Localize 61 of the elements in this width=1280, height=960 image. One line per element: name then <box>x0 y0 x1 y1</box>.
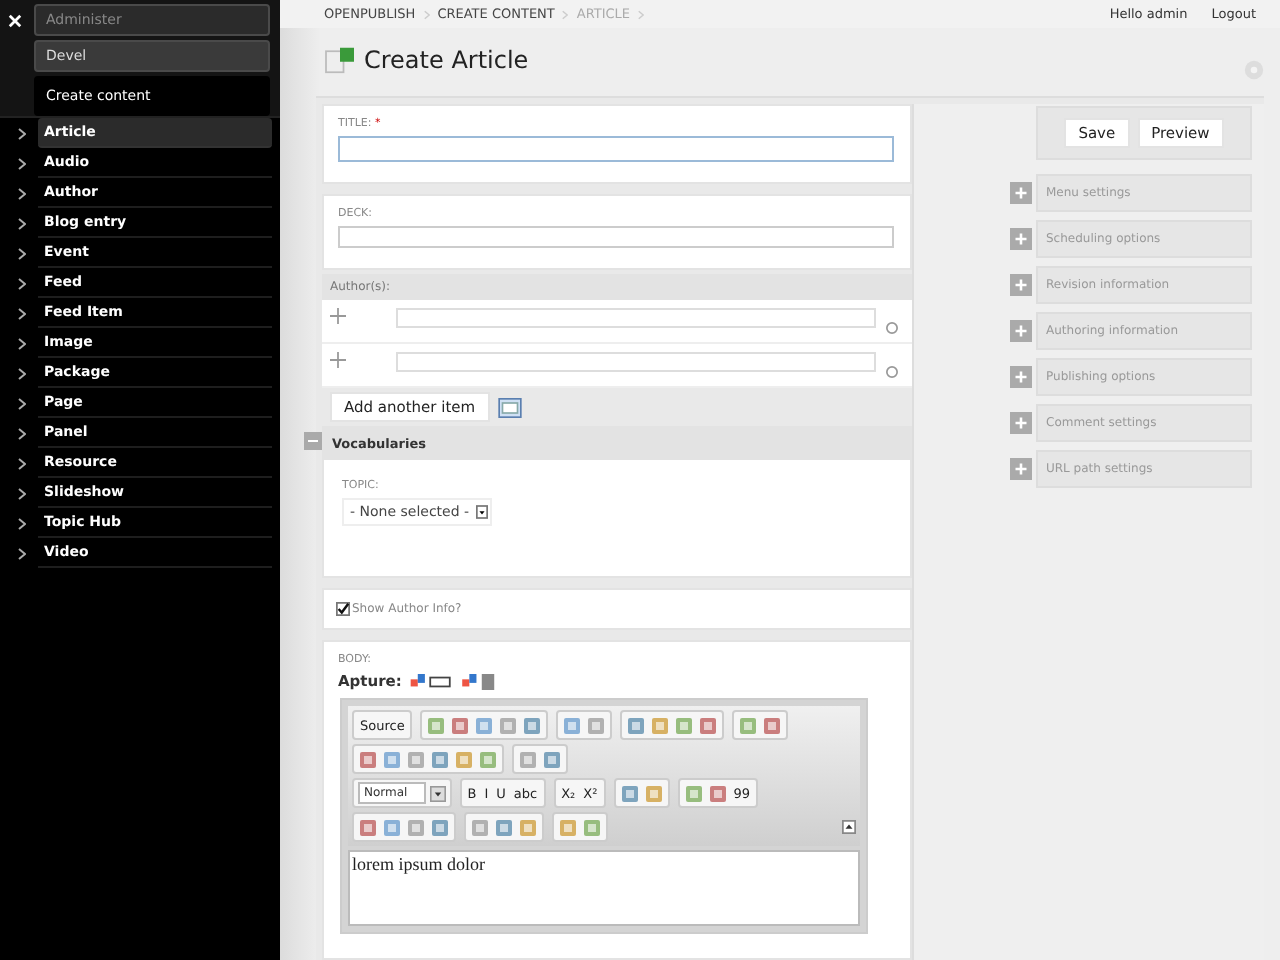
toolbar-icon[interactable] <box>707 783 728 803</box>
expand-icon[interactable] <box>1010 412 1032 434</box>
chevron-icon <box>18 307 26 319</box>
toolbar-icon[interactable] <box>650 715 671 735</box>
chevron-icon <box>18 127 26 139</box>
title-input[interactable] <box>338 136 894 162</box>
toolbar-icon[interactable] <box>450 715 471 735</box>
toolbar-icon[interactable] <box>498 715 519 735</box>
toolbar-icon[interactable] <box>674 715 695 735</box>
chevron-icon <box>18 187 26 199</box>
apture-link-icon[interactable] <box>409 673 454 689</box>
apture-embed-icon[interactable] <box>461 673 498 689</box>
chevron-icon <box>18 487 26 499</box>
deck-input[interactable] <box>338 226 894 248</box>
chevron-icon <box>18 517 26 529</box>
chevron-icon <box>18 427 26 439</box>
collapse-toolbar-icon[interactable] <box>842 820 856 834</box>
expand-icon[interactable] <box>1010 274 1032 296</box>
chevron-icon <box>562 9 569 19</box>
toolbar-icon[interactable] <box>738 715 759 735</box>
close-icon[interactable] <box>8 14 22 28</box>
chevron-icon <box>18 217 26 229</box>
chevron-icon <box>18 547 26 559</box>
drag-handle-icon[interactable] <box>330 351 346 367</box>
toolbar-icon[interactable] <box>762 715 783 735</box>
chevron-icon <box>18 397 26 409</box>
toolbar-icon[interactable] <box>522 715 543 735</box>
toolbar-icon[interactable] <box>698 715 719 735</box>
expand-icon[interactable] <box>1010 366 1032 388</box>
radio-icon[interactable] <box>886 321 898 333</box>
radio-icon[interactable] <box>886 365 898 377</box>
author-input[interactable] <box>396 352 876 372</box>
expand-icon[interactable] <box>1010 228 1032 250</box>
editor-text[interactable]: lorem ipsum dolor <box>348 850 860 926</box>
expand-icon[interactable] <box>1010 458 1032 480</box>
toolbar-icon[interactable] <box>474 715 495 735</box>
calendar-icon[interactable] <box>497 397 522 417</box>
checkbox[interactable] <box>336 602 350 616</box>
expand-icon[interactable] <box>1010 182 1032 204</box>
toolbar-icon[interactable] <box>626 715 647 735</box>
chevron-icon <box>18 337 26 349</box>
chevron-icon <box>638 9 645 19</box>
chevron-icon <box>18 367 26 379</box>
chevron-icon <box>423 9 430 19</box>
page-title: Create Article <box>364 46 529 74</box>
drag-handle-icon[interactable] <box>330 307 346 323</box>
toolbar-icon[interactable] <box>586 715 607 735</box>
chevron-icon <box>18 277 26 289</box>
expand-icon[interactable] <box>1010 320 1032 342</box>
toolbar-icon[interactable] <box>426 715 447 735</box>
collapse-icon[interactable] <box>304 432 322 450</box>
toolbar-icon[interactable] <box>619 783 640 803</box>
toolbar-icon[interactable] <box>643 783 664 803</box>
chevron-icon <box>18 157 26 169</box>
chevron-icon <box>18 457 26 469</box>
toolbar-icon[interactable] <box>683 783 704 803</box>
author-input[interactable] <box>396 308 876 328</box>
dropdown-arrow-icon <box>429 785 446 801</box>
article-icon <box>324 46 356 74</box>
toolbar-icon[interactable] <box>562 715 583 735</box>
chevron-icon <box>18 247 26 259</box>
